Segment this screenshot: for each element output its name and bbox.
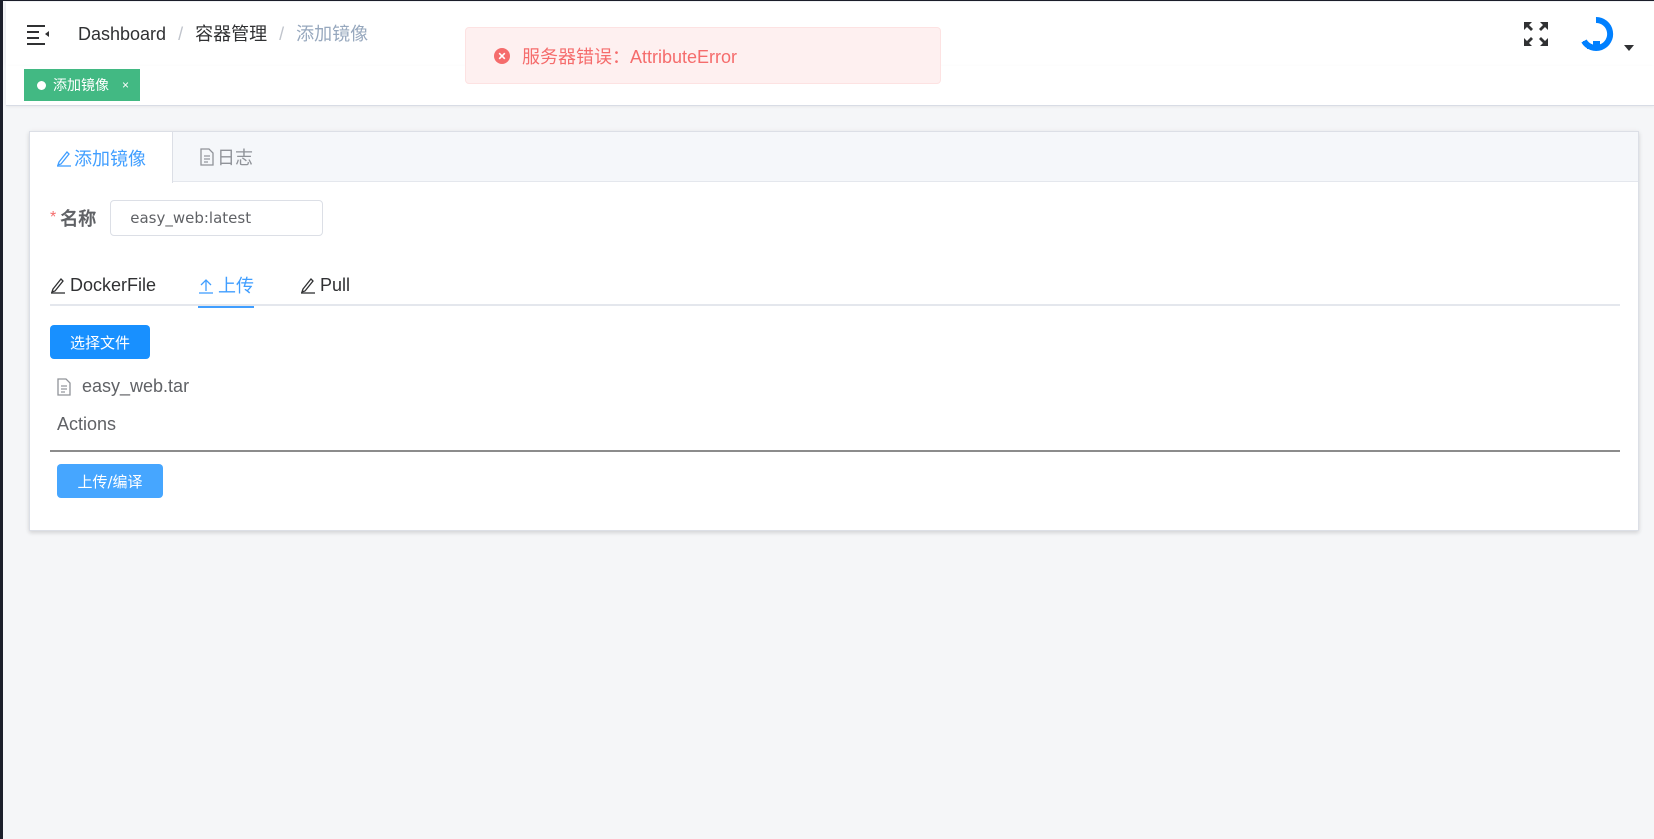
- name-input[interactable]: [110, 200, 324, 236]
- app-frame: Dashboard / 容器管理 / 添加镜像 添加镜像 × 添加镜像 日志 *…: [0, 0, 1654, 839]
- tab-dockerfile-label: DockerFile: [70, 274, 157, 295]
- uploaded-file-item[interactable]: easy_web.tar: [56, 376, 189, 397]
- edit-icon: [56, 150, 71, 167]
- required-mark: *: [50, 209, 57, 226]
- active-dot-icon: [37, 80, 46, 90]
- breadcrumb: Dashboard / 容器管理 / 添加镜像: [78, 22, 368, 46]
- breadcrumb-container-management[interactable]: 容器管理: [195, 22, 267, 46]
- error-message-text: 服务器错误：AttributeError: [522, 46, 738, 67]
- avatar-logo-icon: [1581, 16, 1614, 51]
- error-message-toast: 服务器错误：AttributeError: [465, 27, 941, 84]
- breadcrumb-separator: /: [178, 24, 184, 44]
- tab-pull-label: Pull: [320, 274, 351, 295]
- tab-add-image[interactable]: 添加镜像: [30, 132, 173, 183]
- right-menu: [1522, 2, 1654, 66]
- edit-icon: [300, 278, 315, 294]
- error-circle-icon: [494, 47, 510, 64]
- select-file-button[interactable]: 选择文件: [50, 325, 150, 359]
- edit-icon: [50, 278, 65, 294]
- tab-upload[interactable]: 上传: [198, 264, 254, 308]
- breadcrumb-dashboard[interactable]: Dashboard: [78, 22, 166, 46]
- breadcrumb-separator: /: [279, 24, 285, 44]
- tab-dockerfile[interactable]: DockerFile: [50, 264, 156, 306]
- name-label: 名称: [60, 209, 97, 229]
- upload-compile-button[interactable]: 上传/编译: [57, 464, 163, 498]
- add-image-card: 添加镜像 日志 * 名称 easy_web:latest DockerFile …: [29, 131, 1639, 531]
- tab-log[interactable]: 日志: [173, 132, 279, 182]
- document-icon: [200, 148, 214, 166]
- tag-close-icon[interactable]: ×: [122, 78, 129, 92]
- card-tabs: 添加镜像 日志: [30, 132, 1638, 183]
- tag-label: 添加镜像: [53, 77, 109, 93]
- fullscreen-icon[interactable]: [1522, 20, 1550, 48]
- tab-pull[interactable]: Pull: [300, 264, 350, 306]
- image-source-tabs: DockerFile 上传 Pull: [50, 264, 1620, 308]
- file-name: easy_web.tar: [82, 376, 190, 396]
- document-icon: [57, 377, 71, 396]
- actions-label: Actions: [57, 414, 117, 434]
- breadcrumb-add-image: 添加镜像: [296, 24, 369, 44]
- tag-add-image[interactable]: 添加镜像 ×: [24, 69, 141, 101]
- caret-down-icon: [1624, 45, 1634, 51]
- tab-add-image-label: 添加镜像: [74, 148, 146, 169]
- tab-upload-label: 上传: [218, 276, 254, 296]
- name-form-item: * 名称: [50, 200, 324, 236]
- actions-divider: [50, 450, 1620, 452]
- user-avatar-dropdown[interactable]: [1576, 14, 1634, 54]
- hamburger-icon[interactable]: [26, 22, 52, 46]
- upload-icon: [199, 279, 213, 294]
- tab-log-label: 日志: [217, 148, 253, 168]
